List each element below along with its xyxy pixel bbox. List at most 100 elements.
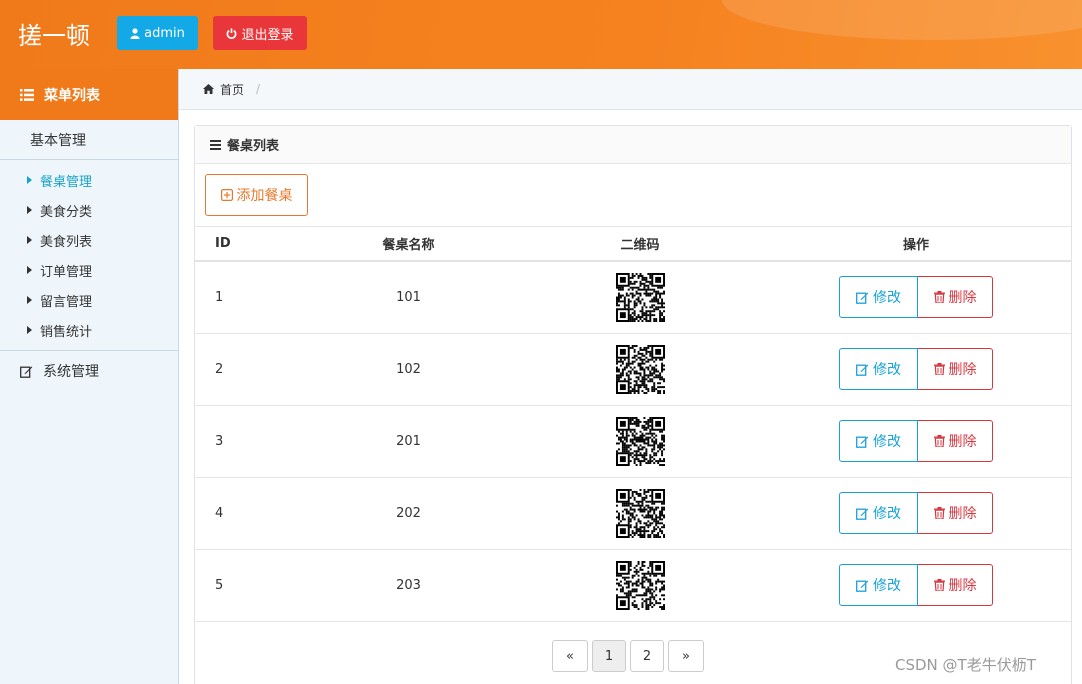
column-header-id: ID <box>195 227 320 262</box>
cell-qrcode <box>497 261 783 334</box>
action-group: 修改 删除 <box>839 420 1071 462</box>
menu-group-basic[interactable]: 基本管理 <box>0 120 178 160</box>
cell-name: 203 <box>320 549 497 622</box>
pagination-page-1[interactable]: 1 <box>592 640 626 672</box>
pagination-page-2[interactable]: 2 <box>630 640 664 672</box>
menu-item-orders[interactable]: 订单管理 <box>0 255 178 285</box>
delete-button-label: 删除 <box>948 362 977 378</box>
cell-qrcode <box>497 333 783 406</box>
header-decoration <box>722 0 1082 40</box>
caret-right-icon <box>27 176 32 184</box>
sidebar: 菜单列表 基本管理 餐桌管理 美食分类 美食列表 订单管理 留言管理 销售统计 … <box>0 69 179 684</box>
cell-name: 201 <box>320 405 497 478</box>
add-table-label: 添加餐桌 <box>236 188 293 204</box>
trash-icon <box>933 435 945 447</box>
delete-button[interactable]: 删除 <box>918 348 993 390</box>
table-row: 2 102 修改 删除 <box>195 333 1071 406</box>
delete-button[interactable]: 删除 <box>918 564 993 606</box>
user-button-label: admin <box>144 25 185 41</box>
edit-button[interactable]: 修改 <box>839 348 918 390</box>
logout-button[interactable]: 退出登录 <box>213 16 307 50</box>
cell-name: 202 <box>320 477 497 550</box>
edit-icon <box>856 292 869 304</box>
action-group: 修改 删除 <box>839 492 1071 534</box>
menu-item-sales-stats[interactable]: 销售统计 <box>0 315 178 345</box>
edit-button-label: 修改 <box>873 578 901 594</box>
plus-square-icon <box>220 189 233 201</box>
edit-button-label: 修改 <box>873 362 901 378</box>
breadcrumb-home[interactable]: 首页 <box>220 81 244 98</box>
cell-actions: 修改 删除 <box>783 405 1071 478</box>
menu-item-messages[interactable]: 留言管理 <box>0 285 178 315</box>
trash-icon <box>933 507 945 519</box>
panel-title: 餐桌列表 <box>227 139 280 154</box>
brand-logo[interactable]: 搓一顿 <box>18 16 90 51</box>
table-list-panel: 餐桌列表 添加餐桌 ID 餐桌名称 二维码 操作 1 101 修改 删除 2 102 修改删… <box>194 125 1072 684</box>
menu-item-label: 美食分类 <box>40 204 93 220</box>
edit-icon <box>20 366 33 378</box>
list-icon <box>210 139 221 150</box>
caret-right-icon <box>27 326 32 334</box>
cell-id: 5 <box>195 549 320 622</box>
table-row: 1 101 修改 删除 <box>195 261 1071 334</box>
action-group: 修改 删除 <box>839 348 1071 390</box>
qr-code-image <box>615 416 665 466</box>
delete-button-label: 删除 <box>948 290 977 307</box>
cell-actions: 修改 删除 <box>783 333 1071 406</box>
toolbar: 添加餐桌 <box>195 164 1071 227</box>
qr-code-image <box>615 560 665 610</box>
caret-right-icon <box>27 206 32 214</box>
edit-button[interactable]: 修改 <box>839 564 918 606</box>
column-header-name: 餐桌名称 <box>320 227 497 262</box>
menu-item-food-list[interactable]: 美食列表 <box>0 225 178 255</box>
cell-name: 101 <box>320 261 497 334</box>
pagination: « 1 2 » <box>552 640 704 672</box>
cell-actions: 修改 删除 <box>783 549 1071 622</box>
trash-icon <box>933 363 945 375</box>
pagination-prev[interactable]: « <box>552 640 588 672</box>
cell-qrcode <box>497 477 783 550</box>
caret-right-icon <box>27 296 32 304</box>
edit-button[interactable]: 修改 <box>839 276 918 319</box>
edit-button[interactable]: 修改 <box>839 420 918 462</box>
column-header-actions: 操作 <box>783 227 1071 262</box>
menu-item-label: 订单管理 <box>40 264 93 280</box>
menu-item-label: 餐桌管理 <box>40 174 93 190</box>
breadcrumb: 首页 / <box>179 69 1082 110</box>
sidebar-header: 菜单列表 <box>0 69 178 120</box>
menu-group-system-label: 系统管理 <box>43 364 99 380</box>
list-icon <box>20 88 34 101</box>
edit-icon <box>856 508 869 520</box>
delete-button-label: 删除 <box>948 506 977 522</box>
caret-right-icon <box>27 236 32 244</box>
delete-button[interactable]: 删除 <box>918 492 993 534</box>
tables-table: ID 餐桌名称 二维码 操作 1 101 修改 删除 2 102 修改 删除 3 201 修改 删除 4… <box>195 227 1071 622</box>
table-row: 5 203 修改 删除 <box>195 549 1071 622</box>
menu-item-food-category[interactable]: 美食分类 <box>0 195 178 225</box>
menu-item-label: 美食列表 <box>40 234 93 250</box>
top-header: 搓一顿 admin 退出登录 <box>0 0 1082 69</box>
edit-button-label: 修改 <box>873 506 901 522</box>
table-header-row: ID 餐桌名称 二维码 操作 <box>195 227 1071 262</box>
delete-button[interactable]: 删除 <box>918 420 993 462</box>
user-button[interactable]: admin <box>117 16 198 50</box>
menu-group-system[interactable]: 系统管理 <box>0 351 178 391</box>
pagination-next[interactable]: » <box>668 640 704 672</box>
action-group: 修改 删除 <box>839 276 1071 319</box>
logout-button-label: 退出登录 <box>241 27 294 43</box>
cell-name: 102 <box>320 333 497 406</box>
menu-item-table-management[interactable]: 餐桌管理 <box>0 165 178 195</box>
edit-button[interactable]: 修改 <box>839 492 918 534</box>
cell-id: 1 <box>195 261 320 334</box>
watermark: CSDN @T老牛伏枥T <box>895 656 1036 674</box>
edit-button-label: 修改 <box>873 434 901 450</box>
sidebar-title: 菜单列表 <box>44 87 100 104</box>
table-row: 3 201 修改 删除 <box>195 405 1071 478</box>
delete-button-label: 删除 <box>948 434 977 450</box>
edit-icon <box>856 436 869 448</box>
delete-button[interactable]: 删除 <box>918 276 993 319</box>
cell-id: 2 <box>195 333 320 406</box>
home-icon <box>203 84 214 94</box>
add-table-button[interactable]: 添加餐桌 <box>205 174 308 216</box>
cell-actions: 修改 删除 <box>783 477 1071 550</box>
